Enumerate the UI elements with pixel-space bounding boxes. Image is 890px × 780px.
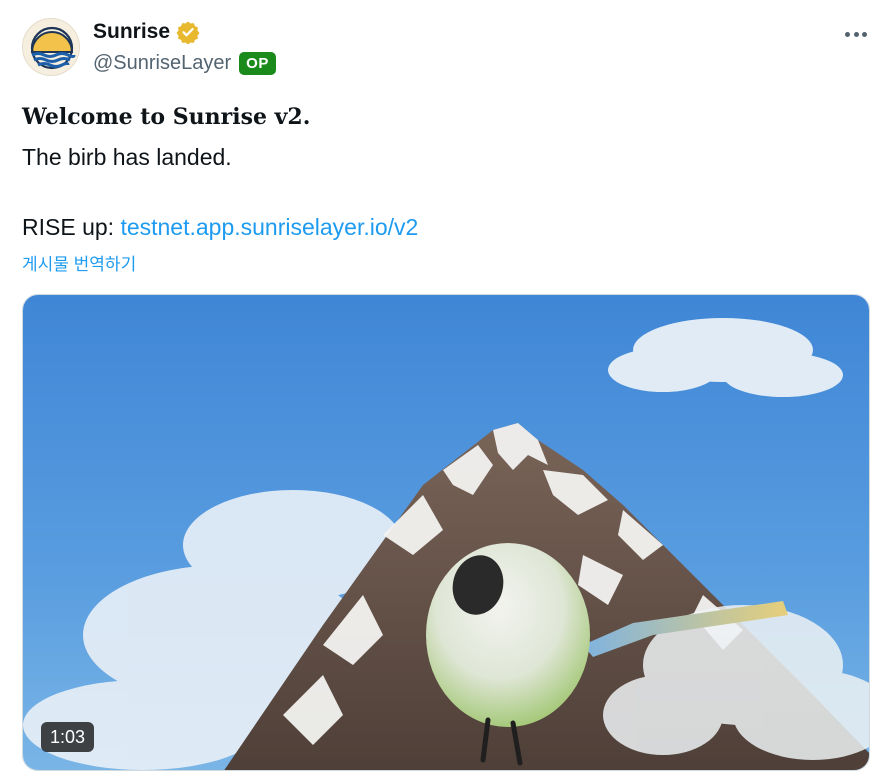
author-handle-row: @SunriseLayer OP [93,52,276,75]
video-duration-badge: 1:03 [41,722,95,752]
author-handle[interactable]: @SunriseLayer [93,52,231,75]
more-dot-icon [853,31,859,37]
more-options-button[interactable] [842,24,870,44]
op-badge: OP [239,52,276,75]
post-text-line: The birb has landed. [22,144,232,170]
more-dot-icon [845,31,850,37]
post-link-prefix: RISE up: [22,214,121,240]
video-player[interactable]: 1:03 [22,294,870,771]
author-name-row: Sunrise [93,20,200,44]
translate-post-link[interactable]: 게시물 번역하기 [22,250,136,275]
more-dot-icon [862,31,867,37]
sunrise-logo-icon [23,19,79,75]
display-name[interactable]: Sunrise [93,20,170,44]
post-link[interactable]: testnet.app.sunriselayer.io/v2 [120,214,418,240]
post-link-line: RISE up: testnet.app.sunriselayer.io/v2 [22,214,418,241]
verified-badge-icon[interactable] [176,20,200,44]
post-headline: Welcome to Sunrise v2. [22,104,311,130]
avatar[interactable] [22,18,80,76]
video-thumbnail [23,295,869,770]
